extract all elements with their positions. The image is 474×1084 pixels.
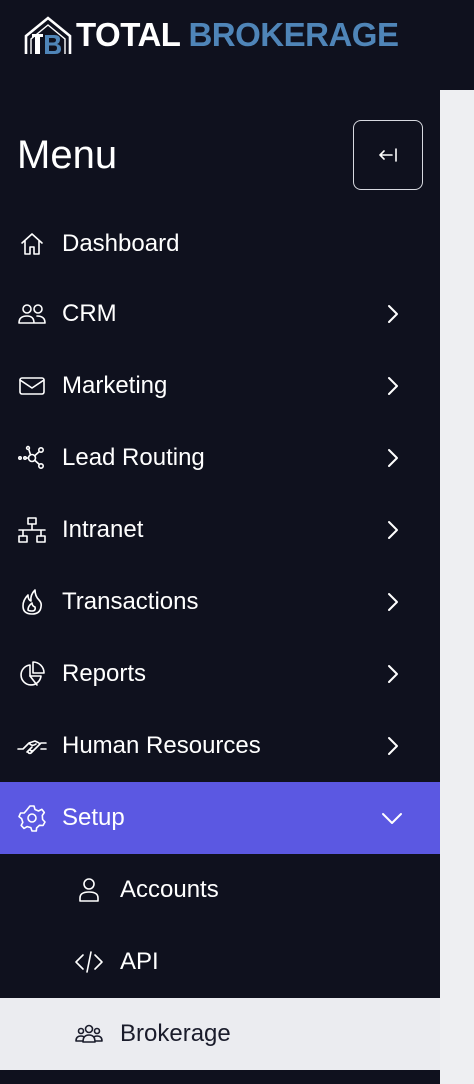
sidebar-item-lead-routing[interactable]: Lead Routing [0,422,440,494]
chevron-right-icon [378,300,406,328]
pie-chart-icon [17,659,47,689]
collapse-left-icon [379,148,397,162]
sidebar-subitem-label: Brokerage [120,1020,231,1047]
collapse-sidebar-button[interactable] [353,120,423,190]
sidebar-subitem-label: Accounts [120,876,219,903]
sidebar-item-reports[interactable]: Reports [0,638,440,710]
sidebar-subitem-label: API [120,948,159,975]
sidebar-item-label: CRM [62,300,117,327]
sidebar: Menu Dashboard CRM Marketing Lead Routin… [0,90,440,1084]
sidebar-item-label: Transactions [62,588,199,615]
sidebar-item-label: Marketing [62,372,168,399]
sidebar-item-dashboard[interactable]: Dashboard [0,208,440,280]
chevron-right-icon [378,732,406,760]
sidebar-subitem-accounts[interactable]: Accounts [0,854,440,926]
gear-icon [17,803,47,833]
chevron-right-icon [378,660,406,688]
brand-logo[interactable]: TOTAL BROKERAGE [22,14,399,56]
chevron-right-icon [378,516,406,544]
users-icon [17,299,47,329]
sidebar-item-label: Intranet [62,516,144,543]
envelope-icon [17,371,47,401]
top-bar: TOTAL BROKERAGE [0,0,474,90]
sidebar-item-label: Dashboard [62,230,180,257]
sidebar-subitem-brokerage[interactable]: Brokerage [0,998,440,1070]
user-icon [74,875,104,905]
sidebar-item-marketing[interactable]: Marketing [0,350,440,422]
sidebar-subitem-api[interactable]: API [0,926,440,998]
main-content-area [440,90,474,1084]
logo-wordmark: TOTAL BROKERAGE [76,14,399,56]
code-icon [74,947,104,977]
menu-title: Menu [17,133,118,177]
logo-word-brokerage: BROKERAGE [188,16,399,53]
sidebar-item-human-resources[interactable]: Human Resources [0,710,440,782]
share-nodes-icon [17,443,47,473]
logo-word-total: TOTAL [76,16,181,53]
sidebar-item-label: Human Resources [62,732,261,759]
sidebar-item-label: Lead Routing [62,444,205,471]
sidebar-item-transactions[interactable]: Transactions [0,566,440,638]
sidebar-item-crm[interactable]: CRM [0,278,440,350]
handshake-icon [17,731,47,761]
home-icon [17,229,47,259]
chevron-right-icon [378,372,406,400]
network-icon [17,515,47,545]
sidebar-item-label: Reports [62,660,147,687]
chevron-down-icon [378,804,406,832]
sidebar-item-intranet[interactable]: Intranet [0,494,440,566]
chevron-right-icon [378,444,406,472]
sidebar-item-setup[interactable]: Setup [0,782,440,854]
sidebar-item-label: Setup [62,804,125,831]
user-group-icon [74,1019,104,1049]
house-logo-icon [24,16,72,54]
fire-icon [17,587,47,617]
chevron-right-icon [378,588,406,616]
